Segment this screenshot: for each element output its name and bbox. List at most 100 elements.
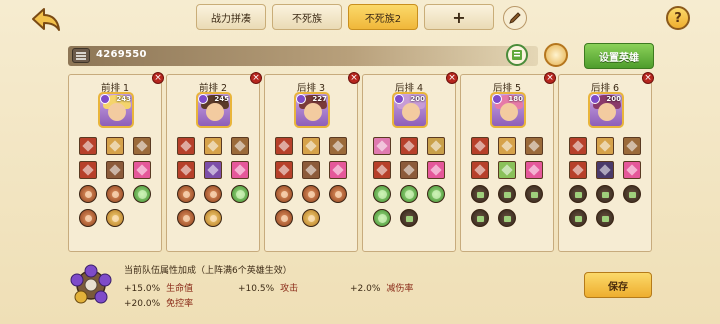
equipment-slot-icon[interactable] — [204, 161, 222, 179]
equipment-slot-icon[interactable] — [569, 161, 587, 179]
rune-icon[interactable] — [133, 185, 151, 203]
equipment-slot-icon[interactable] — [373, 161, 391, 179]
bonus-stat-label: 免控率 — [166, 299, 194, 309]
locked-rune-icon[interactable] — [596, 209, 614, 227]
rune-icon[interactable] — [231, 185, 249, 203]
bonus-stat-value: +20.0% — [124, 299, 161, 309]
faction-badge-icon — [394, 94, 404, 104]
rune-icon[interactable] — [106, 209, 124, 227]
equipment-slot-icon[interactable] — [177, 161, 195, 179]
rune-icon[interactable] — [373, 209, 391, 227]
equipment-slot-icon[interactable] — [231, 137, 249, 155]
help-button[interactable]: ? — [666, 6, 690, 30]
equipment-grid — [569, 137, 641, 227]
hero-portrait[interactable]: 180 — [490, 92, 526, 128]
pencil-icon — [509, 12, 521, 24]
equipment-slot-icon[interactable] — [569, 137, 587, 155]
locked-rune-icon[interactable] — [623, 185, 641, 203]
equipment-slot-icon[interactable] — [525, 137, 543, 155]
locked-rune-icon[interactable] — [596, 185, 614, 203]
equipment-slot-icon[interactable] — [79, 137, 97, 155]
edit-button[interactable] — [503, 6, 527, 30]
equipment-slot-icon[interactable] — [177, 137, 195, 155]
locked-rune-icon[interactable] — [400, 209, 418, 227]
locked-rune-icon[interactable] — [471, 185, 489, 203]
hero-face — [206, 103, 224, 121]
equipment-slot-icon[interactable] — [329, 161, 347, 179]
equipment-slot-icon[interactable] — [498, 137, 516, 155]
rune-icon[interactable] — [302, 185, 320, 203]
equipment-slot-icon[interactable] — [471, 137, 489, 155]
equipment-slot-icon[interactable] — [596, 161, 614, 179]
hero-slot-column: × 前排 1 243 — [68, 72, 164, 252]
equipment-slot-icon[interactable] — [427, 137, 445, 155]
equipment-slot-icon[interactable] — [427, 161, 445, 179]
rune-icon[interactable] — [427, 185, 445, 203]
equipment-slot-icon[interactable] — [329, 137, 347, 155]
equipment-slot-icon[interactable] — [133, 161, 151, 179]
equipment-slot-icon[interactable] — [302, 137, 320, 155]
rune-icon[interactable] — [177, 209, 195, 227]
equipment-slot-icon[interactable] — [106, 137, 124, 155]
equipment-slot-icon[interactable] — [596, 137, 614, 155]
equipment-slot-icon[interactable] — [231, 161, 249, 179]
save-button[interactable]: 保存 — [584, 272, 652, 298]
locked-rune-icon[interactable] — [569, 209, 587, 227]
equipment-slot-icon[interactable] — [275, 161, 293, 179]
bonus-stat-attack: +10.5% 攻击 — [238, 281, 298, 294]
rune-icon[interactable] — [302, 209, 320, 227]
equipment-slot-icon[interactable] — [498, 161, 516, 179]
back-arrow-button[interactable] — [30, 6, 62, 32]
equipment-slot-icon[interactable] — [623, 137, 641, 155]
equipment-grid — [373, 137, 445, 227]
hero-portrait[interactable]: 200 — [392, 92, 428, 128]
hero-portrait[interactable]: 243 — [98, 92, 134, 128]
equipment-slot-icon[interactable] — [79, 161, 97, 179]
hero-portrait[interactable]: 227 — [294, 92, 330, 128]
rune-icon[interactable] — [275, 209, 293, 227]
rune-icon[interactable] — [275, 185, 293, 203]
add-tab-button[interactable]: + — [424, 4, 494, 30]
equipment-slot-icon[interactable] — [400, 161, 418, 179]
hero-slot-column: × 后排 6 200 — [558, 72, 654, 252]
rune-icon[interactable] — [373, 185, 391, 203]
equipment-slot-icon[interactable] — [525, 161, 543, 179]
equipment-slot-icon[interactable] — [275, 137, 293, 155]
equipment-slot-icon[interactable] — [302, 161, 320, 179]
locked-rune-icon[interactable] — [569, 185, 587, 203]
rune-icon[interactable] — [204, 209, 222, 227]
tab-undead-2[interactable]: 不死族2 — [348, 4, 418, 30]
power-icon — [72, 48, 90, 63]
tab-power-mix[interactable]: 战力拼凑 — [196, 4, 266, 30]
hero-portrait[interactable]: 200 — [588, 92, 624, 128]
locked-rune-icon[interactable] — [471, 209, 489, 227]
set-hero-button[interactable]: 设置英雄 — [584, 43, 654, 69]
bonus-stat-hp: +15.0% 生命值 — [124, 281, 193, 294]
lineup-columns: × 前排 1 243 × 前排 2 245 × 后排 3 227 × 后排 4 — [68, 72, 654, 252]
hero-list-button[interactable] — [506, 44, 528, 66]
equipment-slot-icon[interactable] — [623, 161, 641, 179]
locked-rune-icon[interactable] — [498, 185, 516, 203]
equipment-slot-icon[interactable] — [204, 137, 222, 155]
equipment-grid — [471, 137, 543, 227]
rune-icon[interactable] — [177, 185, 195, 203]
locked-rune-icon[interactable] — [525, 185, 543, 203]
rune-icon[interactable] — [79, 185, 97, 203]
rune-icon[interactable] — [204, 185, 222, 203]
locked-rune-icon[interactable] — [498, 209, 516, 227]
equipment-slot-icon[interactable] — [106, 161, 124, 179]
hero-portrait[interactable]: 245 — [196, 92, 232, 128]
rune-icon[interactable] — [400, 185, 418, 203]
equipment-slot-icon[interactable] — [133, 137, 151, 155]
rune-icon[interactable] — [329, 185, 347, 203]
rune-icon[interactable] — [79, 209, 97, 227]
tab-undead[interactable]: 不死族 — [272, 4, 342, 30]
bonus-stat-label: 生命值 — [166, 284, 194, 294]
equipment-slot-icon[interactable] — [373, 137, 391, 155]
hero-face — [598, 103, 616, 121]
equipment-slot-icon[interactable] — [400, 137, 418, 155]
back-arrow-icon — [32, 8, 60, 31]
rune-icon[interactable] — [106, 185, 124, 203]
hero-avatar-icon[interactable] — [544, 43, 568, 67]
equipment-slot-icon[interactable] — [471, 161, 489, 179]
